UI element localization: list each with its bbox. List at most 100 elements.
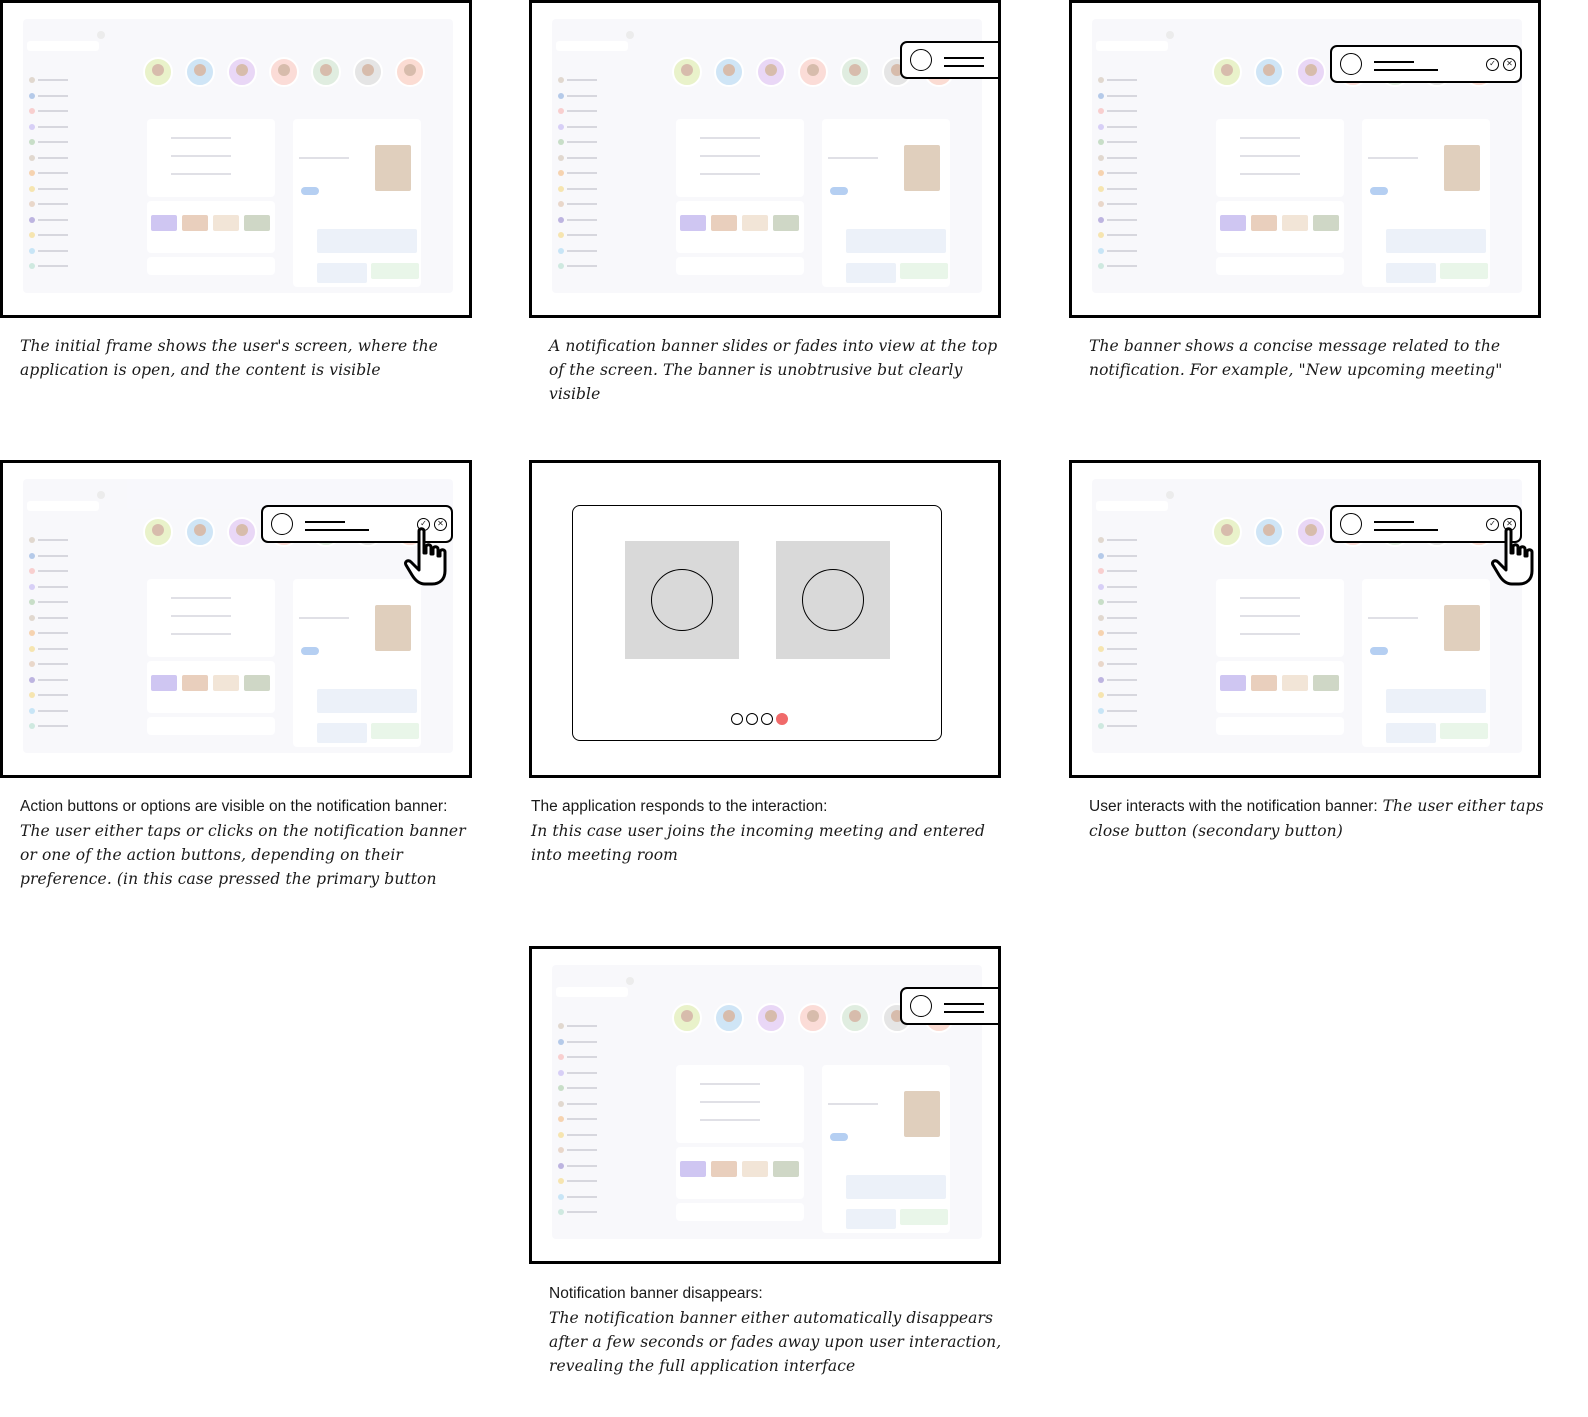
inbox-item: [700, 155, 760, 157]
sidebar-item: [1098, 263, 1158, 269]
sidebar-item: [558, 185, 618, 192]
sidebar-item-icon: [558, 232, 564, 238]
caption-text: In this case user joins the incoming mee…: [531, 822, 986, 864]
caption-7: Notification banner disappears: The noti…: [549, 1281, 1009, 1378]
inbox-item: [1240, 137, 1300, 139]
sidebar-item-icon: [29, 645, 35, 652]
sidebar-item-icon: [29, 92, 35, 99]
calendar-event: [900, 1209, 948, 1225]
sidebar-item-label: [1107, 79, 1137, 81]
sidebar-item-label: [567, 1087, 597, 1089]
calendar-event: [846, 1175, 946, 1199]
sidebar-item-icon: [29, 676, 35, 683]
sidebar-item-label: [38, 234, 68, 236]
check-circle-icon[interactable]: ✓: [1486, 58, 1499, 71]
participant-avatar: [672, 1003, 702, 1033]
banner-avatar: [910, 995, 932, 1017]
sidebar-item-label: [567, 1056, 597, 1058]
sidebar-item: [29, 630, 89, 636]
sidebar-item-icon: [29, 77, 35, 83]
sidebar-item: [1098, 723, 1158, 729]
banner-text-line: [944, 1011, 984, 1013]
sidebar-item: [29, 154, 89, 161]
sidebar-item-label: [38, 585, 68, 588]
participant-avatar: [802, 569, 864, 631]
sidebar-item: [558, 108, 618, 114]
join-button: [830, 1133, 848, 1141]
calendar-title: [828, 157, 878, 159]
sidebar-item-label: [1107, 265, 1137, 267]
sidebar-item-label: [1107, 616, 1137, 619]
sidebar-home: [1096, 501, 1168, 511]
participant-avatar: [756, 1003, 786, 1033]
participant-avatar: [756, 57, 786, 87]
sidebar-item: [1098, 170, 1158, 176]
sidebar-item-label: [38, 647, 68, 650]
sidebar-item: [1098, 568, 1158, 574]
sidebar-item-label: [1107, 585, 1137, 588]
notification-banner[interactable]: [900, 987, 998, 1025]
storyboard-frame-1: [0, 0, 472, 318]
sidebar-item-icon: [1098, 108, 1104, 114]
shared-file-thumbnail: [1313, 215, 1339, 231]
inbox-item: [171, 137, 231, 139]
sidebar-item-label: [38, 79, 68, 81]
control-dot[interactable]: [731, 713, 743, 725]
sidebar-item: [558, 77, 618, 83]
banner-text-line: [944, 65, 984, 67]
sidebar-item-icon: [1098, 201, 1104, 207]
caption-4: Action buttons or options are visible on…: [20, 794, 480, 891]
participant-avatar: [1254, 57, 1284, 87]
sidebar-item-icon: [29, 185, 35, 192]
sidebar-item: [558, 1054, 618, 1060]
sidebar-item-icon: [558, 1147, 564, 1153]
inbox-panel: [1216, 579, 1344, 657]
sidebar-item: [1098, 676, 1158, 683]
sidebar-item-icon: [29, 723, 35, 729]
notification-banner[interactable]: [900, 41, 998, 79]
sidebar-item-label: [567, 1149, 597, 1151]
sidebar-home: [1096, 41, 1168, 51]
sidebar-item: [1098, 630, 1158, 636]
sidebar-item: [558, 1193, 618, 1200]
sidebar-item: [1098, 645, 1158, 652]
sidebar-item-icon: [1098, 170, 1104, 176]
sidebar-item: [29, 614, 89, 621]
sidebar-item: [558, 263, 618, 269]
sidebar-item-icon: [558, 201, 564, 207]
calendar-title: [828, 1103, 878, 1105]
notification-banner[interactable]: ✓ ✕: [1330, 45, 1522, 83]
sidebar-item: [29, 537, 89, 543]
inbox-panel: [676, 119, 804, 197]
sidebar-item-icon: [558, 170, 564, 176]
inbox-item: [700, 1083, 760, 1085]
caption-lead: Notification banner disappears:: [549, 1285, 763, 1302]
caption-text: The banner shows a concise message relat…: [1089, 337, 1503, 379]
sidebar-item-icon: [29, 123, 35, 130]
inbox-item: [1240, 155, 1300, 157]
sidebar-item-icon: [1098, 123, 1104, 130]
participant-avatar: [1254, 517, 1284, 547]
close-circle-icon[interactable]: ✕: [1503, 58, 1516, 71]
sidebar-item: [1098, 614, 1158, 621]
end-call-dot[interactable]: [776, 713, 788, 725]
participant-avatar: [143, 517, 173, 547]
participant-avatar: [1296, 517, 1326, 547]
add-icon: [1166, 491, 1174, 499]
sidebar-item-label: [1107, 539, 1137, 541]
control-dot[interactable]: [746, 713, 758, 725]
add-icon: [97, 491, 105, 499]
sidebar-item: [1098, 139, 1158, 145]
sidebar-item-label: [38, 203, 68, 205]
sidebar-item-label: [38, 725, 68, 727]
banner-avatar: [271, 513, 293, 535]
control-dot[interactable]: [761, 713, 773, 725]
sidebar-item-icon: [1098, 568, 1104, 574]
add-icon: [626, 31, 634, 39]
sidebar-item: [29, 216, 89, 223]
sidebar-item-label: [38, 616, 68, 619]
inbox-item: [1240, 597, 1300, 599]
sidebar-item-icon: [558, 185, 564, 192]
sidebar-item-label: [1107, 172, 1137, 174]
shared-file-thumbnail: [1282, 215, 1308, 231]
